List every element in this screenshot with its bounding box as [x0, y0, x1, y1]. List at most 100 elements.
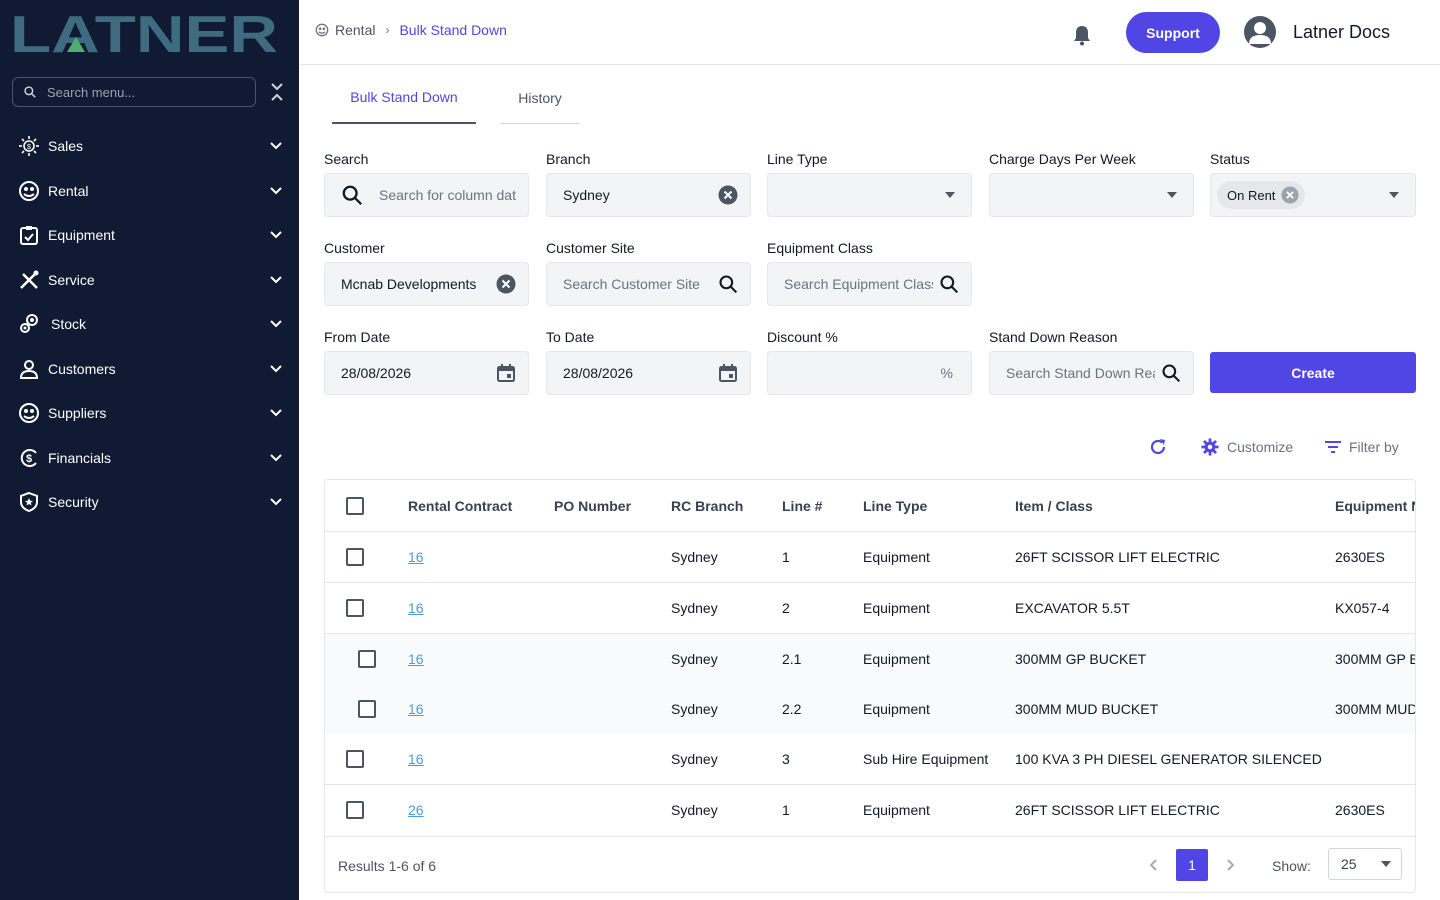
refresh-button[interactable]: [1148, 436, 1168, 458]
equipment-class-input[interactable]: [784, 276, 933, 292]
item-class-cell: 300MM MUD BUCKET: [1015, 701, 1159, 717]
rental-contract-link[interactable]: 16: [408, 600, 424, 616]
rental-contract-link[interactable]: 16: [408, 549, 424, 565]
remove-chip-icon[interactable]: [1281, 186, 1299, 204]
sidebar-item-label: Financials: [48, 449, 112, 466]
tab-bulk-stand-down[interactable]: Bulk Stand Down: [332, 72, 476, 124]
from-date-field[interactable]: 28/08/2026: [324, 351, 529, 395]
sidebar-item-service[interactable]: Service: [0, 258, 299, 303]
sidebar-item-equipment[interactable]: Equipment: [0, 213, 299, 258]
tab-history[interactable]: History: [500, 72, 580, 124]
create-button[interactable]: Create: [1210, 352, 1416, 393]
rental-contract-link[interactable]: 26: [408, 802, 424, 818]
sidebar-item-rental[interactable]: Rental: [0, 169, 299, 214]
line-type-cell: Equipment: [863, 549, 930, 565]
row-checkbox[interactable]: [346, 750, 364, 768]
column-header[interactable]: Item / Class: [1015, 498, 1093, 514]
search-field[interactable]: [324, 173, 529, 217]
equipment-class-field[interactable]: [767, 262, 972, 306]
sidebar-item-sales[interactable]: $ Sales: [0, 124, 299, 169]
calendar-icon[interactable]: [496, 363, 516, 383]
row-checkbox[interactable]: [346, 801, 364, 819]
clear-icon[interactable]: [718, 185, 738, 205]
sidebar-item-stock[interactable]: Stock: [0, 302, 299, 347]
percent-suffix: %: [940, 365, 953, 381]
page-number-button[interactable]: 1: [1176, 849, 1208, 881]
row-checkbox[interactable]: [358, 650, 376, 668]
discount-field[interactable]: %: [767, 351, 972, 395]
row-checkbox[interactable]: [346, 599, 364, 617]
equipment-cell: 2630ES: [1335, 802, 1385, 818]
line-number-cell: 2.2: [782, 701, 802, 717]
search-icon: [24, 86, 36, 98]
suppliers-icon: [18, 402, 40, 424]
bell-icon[interactable]: [1072, 24, 1092, 46]
table-row[interactable]: 16 Sydney 2 Equipment EXCAVATOR 5.5T KX0…: [325, 583, 1415, 634]
select-all-checkbox[interactable]: [346, 497, 364, 515]
chevron-right-icon[interactable]: [1222, 857, 1238, 873]
rental-contract-link[interactable]: 16: [408, 751, 424, 767]
shield-icon: [18, 491, 40, 513]
table-row[interactable]: 16 Sydney 1 Equipment 26FT SCISSOR LIFT …: [325, 532, 1415, 583]
filter-button[interactable]: Filter by: [1325, 436, 1399, 458]
charge-days-select[interactable]: [989, 173, 1194, 217]
menu-search[interactable]: [12, 77, 256, 107]
customer-value: Mcnab Developments: [341, 276, 477, 292]
avatar[interactable]: [1244, 16, 1276, 48]
chevron-left-icon[interactable]: [1146, 857, 1162, 873]
breadcrumb-rental-link[interactable]: Rental: [335, 22, 375, 38]
column-header[interactable]: PO Number: [554, 498, 631, 514]
sidebar-item-customers[interactable]: Customers: [0, 347, 299, 392]
search-label: Search: [324, 151, 369, 167]
column-header[interactable]: RC Branch: [671, 498, 743, 514]
column-header[interactable]: Equipment No.: [1335, 498, 1415, 514]
equipment-class-label: Equipment Class: [767, 240, 873, 256]
line-type-cell: Equipment: [863, 600, 930, 616]
table-row[interactable]: 26 Sydney 1 Equipment 26FT SCISSOR LIFT …: [325, 785, 1415, 836]
support-button[interactable]: Support: [1126, 12, 1220, 53]
clear-icon[interactable]: [496, 274, 516, 294]
rental-contract-link[interactable]: 16: [408, 701, 424, 717]
page-size-select[interactable]: 25: [1328, 848, 1402, 880]
search-input[interactable]: [379, 187, 516, 203]
sidebar-item-financials[interactable]: $ Financials: [0, 436, 299, 481]
chevron-down-icon: [270, 409, 282, 417]
line-type-label: Line Type: [767, 151, 828, 167]
item-class-cell: 100 KVA 3 PH DIESEL GENERATOR SILENCED: [1015, 751, 1322, 767]
top-header: Rental › Bulk Stand Down Support Latner …: [299, 0, 1440, 65]
item-class-cell: EXCAVATOR 5.5T: [1015, 600, 1130, 616]
column-header[interactable]: Rental Contract: [408, 498, 512, 514]
menu-search-input[interactable]: [47, 84, 237, 100]
chevron-down-icon: [270, 231, 282, 239]
table-row[interactable]: 16 Sydney 3 Sub Hire Equipment 100 KVA 3…: [325, 734, 1415, 785]
table-row[interactable]: 16 Sydney 2.2 Equipment 300MM MUD BUCKET…: [325, 684, 1415, 734]
sales-icon: $: [18, 135, 40, 157]
customer-site-field[interactable]: [546, 262, 751, 306]
line-type-select[interactable]: [767, 173, 972, 217]
row-checkbox[interactable]: [346, 548, 364, 566]
page-size-value: 25: [1341, 856, 1357, 872]
discount-input[interactable]: [784, 365, 941, 381]
status-select[interactable]: On Rent: [1210, 173, 1416, 217]
table-row[interactable]: 16 Sydney 2.1 Equipment 300MM GP BUCKET …: [325, 634, 1415, 684]
collapse-sidebar-icon[interactable]: [268, 82, 286, 102]
row-checkbox[interactable]: [358, 700, 376, 718]
breadcrumb-current: Bulk Stand Down: [399, 22, 507, 38]
stand-down-reason-field[interactable]: [989, 351, 1194, 395]
column-header[interactable]: Line Type: [863, 498, 927, 514]
to-date-field[interactable]: 28/08/2026: [546, 351, 751, 395]
customize-button[interactable]: Customize: [1201, 436, 1293, 458]
calendar-icon[interactable]: [718, 363, 738, 383]
sidebar-item-suppliers[interactable]: Suppliers: [0, 391, 299, 436]
svg-text:$: $: [26, 453, 32, 465]
table-header: Rental Contract PO Number RC Branch Line…: [325, 480, 1415, 532]
column-header[interactable]: Line #: [782, 498, 822, 514]
customer-select[interactable]: Mcnab Developments: [324, 262, 529, 306]
rental-contract-link[interactable]: 16: [408, 651, 424, 667]
user-name[interactable]: Latner Docs: [1293, 22, 1390, 43]
stand-down-reason-input[interactable]: [1006, 365, 1155, 381]
branch-select[interactable]: Sydney: [546, 173, 751, 217]
caret-down-icon: [1167, 192, 1177, 198]
sidebar-item-security[interactable]: Security: [0, 480, 299, 525]
customer-site-input[interactable]: [563, 276, 712, 292]
